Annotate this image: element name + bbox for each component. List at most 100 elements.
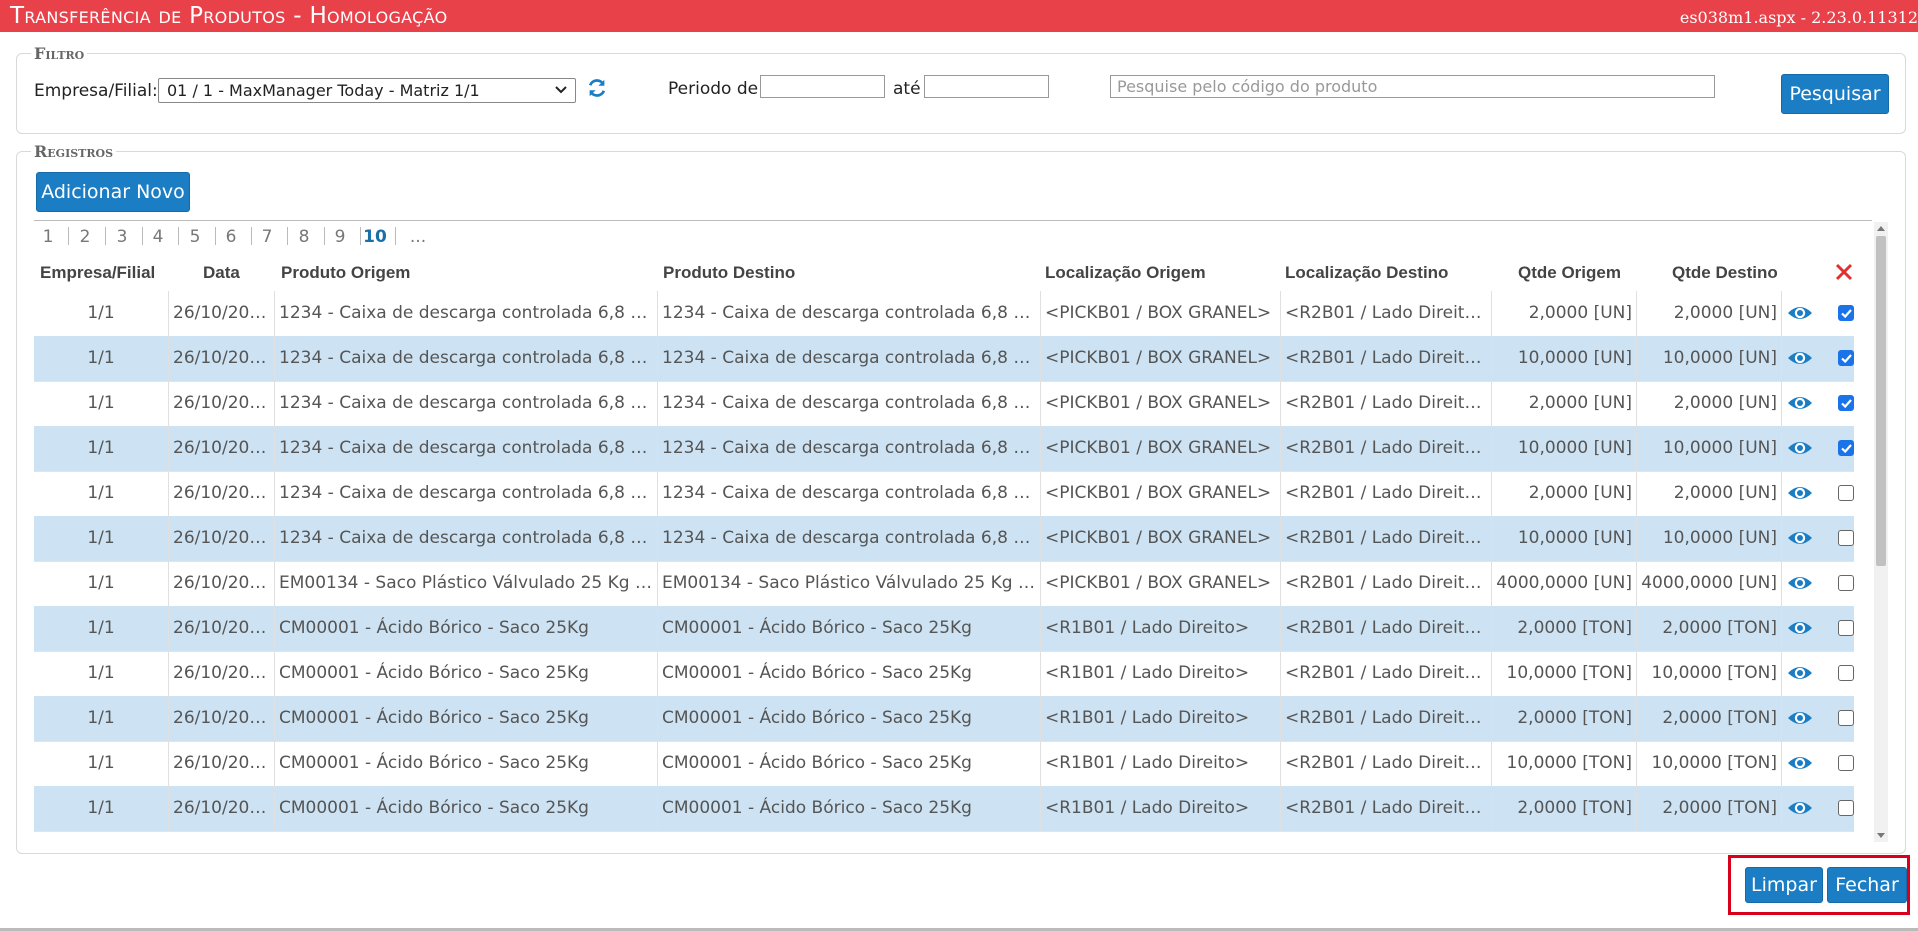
add-new-button[interactable]: Adicionar Novo xyxy=(36,172,190,212)
cell-loc-origem: <PICKB01 / BOX GRANEL> xyxy=(1041,516,1281,561)
table-row[interactable]: 1/1 26/10/2022 CM00001 - Ácido Bórico - Sa… xyxy=(34,696,1854,742)
table-row[interactable]: 1/1 26/10/2022 1234 - Caixa de descarga co… xyxy=(34,291,1854,337)
table-scrollbar[interactable] xyxy=(1874,222,1888,842)
row-checkbox[interactable] xyxy=(1838,620,1854,636)
row-checkbox[interactable] xyxy=(1838,800,1854,816)
row-checkbox[interactable] xyxy=(1838,305,1854,321)
fechar-button[interactable]: Fechar xyxy=(1827,867,1907,903)
table-row[interactable]: 1/1 26/10/2022 1234 - Caixa de descarga co… xyxy=(34,516,1854,562)
eye-icon[interactable] xyxy=(1787,347,1813,369)
page-link-more[interactable]: ... xyxy=(400,227,436,247)
page-link-1[interactable]: 1 xyxy=(34,227,66,247)
page-link-10[interactable]: 10 xyxy=(357,227,393,247)
cell-loc-destino: <R2B01 / Lado Direito> xyxy=(1281,651,1492,696)
cell-origem: EM00134 - Saco Plástico Válvulado 25 Kg … xyxy=(275,561,658,606)
table-row[interactable]: 1/1 26/10/2022 1234 - Caixa de descarga co… xyxy=(34,471,1854,517)
scroll-thumb[interactable] xyxy=(1876,236,1886,566)
row-checkbox[interactable] xyxy=(1838,395,1854,411)
page-link-9[interactable]: 9 xyxy=(322,227,358,247)
row-checkbox[interactable] xyxy=(1838,665,1854,681)
table-row[interactable]: 1/1 26/10/2022 CM00001 - Ácido Bórico - Sa… xyxy=(34,741,1854,787)
cell-qtde-destino: 10,0000 [TON] xyxy=(1637,651,1782,696)
column-header[interactable]: Localização Destino xyxy=(1285,263,1448,283)
search-button[interactable]: Pesquisar xyxy=(1781,74,1889,114)
cell-loc-origem: <PICKB01 / BOX GRANEL> xyxy=(1041,381,1281,426)
cell-loc-destino: <R2B01 / Lado Direito> xyxy=(1281,471,1492,516)
column-header[interactable]: Qtde Origem xyxy=(1518,263,1621,283)
cell-destino: 1234 - Caixa de descarga controlada 6,8 … xyxy=(658,426,1041,471)
table-row[interactable]: 1/1 26/10/2022 CM00001 - Ácido Bórico - Sa… xyxy=(34,651,1854,697)
cell-empresa: 1/1 xyxy=(34,786,169,831)
row-checkbox[interactable] xyxy=(1838,530,1854,546)
eye-icon[interactable] xyxy=(1787,752,1813,774)
table-row[interactable]: 1/1 26/10/2022 CM00001 - Ácido Bórico - Sa… xyxy=(34,606,1854,652)
cell-data: 26/10/2022 xyxy=(169,516,275,561)
row-checkbox[interactable] xyxy=(1838,755,1854,771)
cell-origem: 1234 - Caixa de descarga controlada 6,8 … xyxy=(275,336,658,381)
eye-icon[interactable] xyxy=(1787,482,1813,504)
cell-data: 26/10/2022 xyxy=(169,471,275,516)
periodo-label: Periodo de xyxy=(668,79,759,99)
page-link-2[interactable]: 2 xyxy=(67,227,103,247)
column-header[interactable]: Empresa/Filial xyxy=(40,263,155,283)
cell-qtde-origem: 10,0000 [UN] xyxy=(1492,336,1637,381)
cell-loc-origem: <R1B01 / Lado Direito> xyxy=(1041,786,1281,831)
row-checkbox[interactable] xyxy=(1838,575,1854,591)
cell-loc-destino: <R2B01 / Lado Direito> xyxy=(1281,696,1492,741)
eye-icon[interactable] xyxy=(1787,572,1813,594)
periodo-ate-input[interactable] xyxy=(924,75,1049,98)
table-row[interactable]: 1/1 26/10/2022 1234 - Caixa de descarga co… xyxy=(34,426,1854,472)
table-row[interactable]: 1/1 26/10/2022 CM00001 - Ácido Bórico - Sa… xyxy=(34,786,1854,832)
page-link-3[interactable]: 3 xyxy=(104,227,140,247)
column-header[interactable]: Produto Origem xyxy=(281,263,410,283)
page-link-6[interactable]: 6 xyxy=(213,227,249,247)
row-checkbox[interactable] xyxy=(1838,350,1854,366)
eye-icon[interactable] xyxy=(1787,662,1813,684)
cell-qtde-origem: 2,0000 [TON] xyxy=(1492,606,1637,651)
column-header[interactable]: Qtde Destino xyxy=(1672,263,1778,283)
cell-qtde-destino: 2,0000 [TON] xyxy=(1637,606,1782,651)
row-checkbox[interactable] xyxy=(1838,485,1854,501)
eye-icon[interactable] xyxy=(1787,527,1813,549)
page-link-5[interactable]: 5 xyxy=(177,227,213,247)
page-link-8[interactable]: 8 xyxy=(286,227,322,247)
cell-qtde-destino: 2,0000 [TON] xyxy=(1637,786,1782,831)
cell-loc-origem: <PICKB01 / BOX GRANEL> xyxy=(1041,426,1281,471)
table-row[interactable]: 1/1 26/10/2022 EM00134 - Saco Plástico Vál… xyxy=(34,561,1854,607)
column-header[interactable]: Data xyxy=(203,263,240,283)
eye-icon[interactable] xyxy=(1787,707,1813,729)
cell-qtde-origem: 10,0000 [TON] xyxy=(1492,651,1637,696)
limpar-button[interactable]: Limpar xyxy=(1745,867,1823,903)
chevron-down-icon xyxy=(555,86,567,94)
cell-destino: 1234 - Caixa de descarga controlada 6,8 … xyxy=(658,516,1041,561)
cell-qtde-destino: 10,0000 [UN] xyxy=(1637,336,1782,381)
eye-icon[interactable] xyxy=(1787,302,1813,324)
eye-icon[interactable] xyxy=(1787,437,1813,459)
close-icon[interactable] xyxy=(1835,263,1853,281)
cell-origem: CM00001 - Ácido Bórico - Saco 25Kg xyxy=(275,696,658,741)
row-checkbox[interactable] xyxy=(1838,440,1854,456)
column-header[interactable]: Produto Destino xyxy=(663,263,795,283)
cell-destino: CM00001 - Ácido Bórico - Saco 25Kg xyxy=(658,696,1041,741)
page-link-7[interactable]: 7 xyxy=(249,227,285,247)
eye-icon[interactable] xyxy=(1787,617,1813,639)
cell-qtde-origem: 2,0000 [UN] xyxy=(1492,291,1637,336)
title-bar: Transferência de Produtos - Homologação … xyxy=(0,0,1918,32)
refresh-icon[interactable] xyxy=(586,77,608,99)
cell-origem: 1234 - Caixa de descarga controlada 6,8 … xyxy=(275,516,658,561)
column-header[interactable]: Localização Origem xyxy=(1045,263,1206,283)
search-input[interactable]: Pesquise pelo código do produto xyxy=(1110,75,1715,98)
cell-origem: CM00001 - Ácido Bórico - Saco 25Kg xyxy=(275,786,658,831)
table-row[interactable]: 1/1 26/10/2022 1234 - Caixa de descarga co… xyxy=(34,381,1854,427)
periodo-de-input[interactable] xyxy=(760,75,885,98)
row-checkbox[interactable] xyxy=(1838,710,1854,726)
table-row[interactable]: 1/1 26/10/2022 1234 - Caixa de descarga co… xyxy=(34,336,1854,382)
cell-data: 26/10/2022 xyxy=(169,786,275,831)
empresa-select[interactable]: 01 / 1 - MaxManager Today - Matriz 1/1 xyxy=(158,78,576,103)
page-link-4[interactable]: 4 xyxy=(140,227,176,247)
eye-icon[interactable] xyxy=(1787,797,1813,819)
scroll-up-arrow-icon[interactable] xyxy=(1877,226,1885,231)
eye-icon[interactable] xyxy=(1787,392,1813,414)
cell-qtde-origem: 4000,0000 [UN] xyxy=(1492,561,1637,606)
scroll-down-arrow-icon[interactable] xyxy=(1877,833,1885,838)
